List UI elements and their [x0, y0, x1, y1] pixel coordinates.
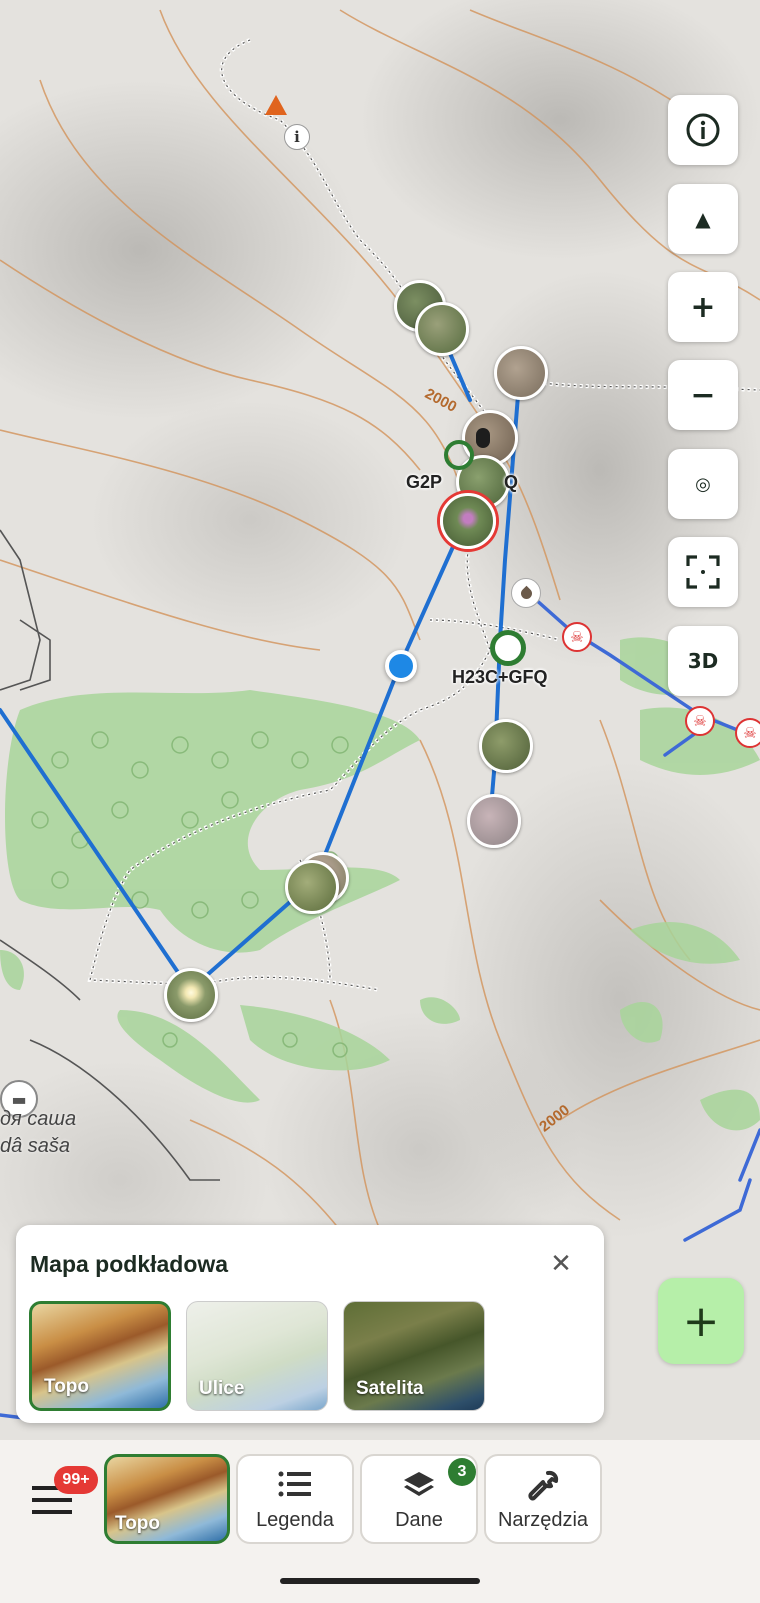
water-drop-icon: [518, 585, 534, 601]
danger-marker[interactable]: ☠: [735, 718, 760, 748]
photo-marker[interactable]: [164, 968, 218, 1022]
menu-button[interactable]: 99+: [20, 1466, 98, 1530]
locate-button[interactable]: ◎: [668, 449, 738, 519]
basemap-button-topo[interactable]: Topo: [104, 1454, 230, 1544]
tools-label: Narzędzia: [497, 1509, 589, 1531]
wrench-icon: [528, 1470, 559, 1501]
basemap-option-streets[interactable]: Ulice: [186, 1301, 328, 1411]
locate-icon: ◎: [695, 473, 711, 495]
info-pin-icon[interactable]: i: [284, 124, 310, 150]
close-icon: ✕: [550, 1249, 572, 1279]
focus-frame-icon: [686, 555, 720, 589]
add-fab-button[interactable]: +: [658, 1278, 744, 1364]
data-button[interactable]: Dane 3: [360, 1454, 478, 1544]
data-label: Dane: [395, 1509, 443, 1531]
layers-icon: [404, 1472, 434, 1496]
basemap-option-label: Ulice: [199, 1378, 245, 1399]
map-view[interactable]: i G2P Q ☠ ☠ ☠ H23C+GFQ 2000 2000 ▬ дя са…: [0, 0, 760, 1440]
photo-marker[interactable]: [494, 346, 548, 400]
current-location-dot: [385, 650, 417, 682]
notification-badge: 99+: [54, 1466, 98, 1494]
info-button[interactable]: [668, 95, 738, 165]
basemap-option-satellite[interactable]: Satelita: [343, 1301, 485, 1411]
basemap-option-label: Topo: [44, 1376, 90, 1397]
photo-marker[interactable]: [415, 302, 469, 356]
tools-button[interactable]: Narzędzia: [484, 1454, 602, 1544]
minus-icon: −: [690, 377, 716, 413]
basemap-option-topo[interactable]: Topo: [29, 1301, 171, 1411]
zoom-in-button[interactable]: +: [668, 272, 738, 342]
3d-button[interactable]: 3D: [668, 626, 738, 696]
waypoint-marker[interactable]: [444, 440, 474, 470]
basemap-option-label: Satelita: [356, 1378, 424, 1399]
legend-label: Legenda: [256, 1509, 334, 1531]
close-button[interactable]: ✕: [546, 1249, 576, 1279]
beetle-icon: [476, 428, 490, 448]
water-drop-marker[interactable]: [511, 578, 541, 608]
list-icon: [278, 1471, 311, 1497]
plus-code-label: G2P: [406, 472, 443, 492]
photo-marker[interactable]: [479, 719, 533, 773]
plus-icon: +: [682, 1295, 720, 1347]
info-icon: [686, 113, 720, 147]
data-count-badge: 3: [448, 1458, 476, 1486]
compass-button[interactable]: ▲: [668, 184, 738, 254]
3d-label: 3D: [687, 649, 719, 673]
plus-code-label: H23C+GFQ: [452, 667, 548, 687]
photo-marker[interactable]: [440, 493, 496, 549]
place-label-cyrillic: дя саша: [0, 1108, 77, 1130]
place-label-latin: dâ saša: [0, 1135, 71, 1157]
basemap-panel: Mapa podkładowa ✕ Topo Ulice Satelita: [16, 1225, 604, 1423]
zoom-out-button[interactable]: −: [668, 360, 738, 430]
photo-marker[interactable]: [285, 860, 339, 914]
waypoint-marker[interactable]: [490, 630, 526, 666]
legend-button[interactable]: Legenda: [236, 1454, 354, 1544]
photo-marker[interactable]: [467, 794, 521, 848]
danger-marker[interactable]: ☠: [562, 622, 592, 652]
north-arrow-icon: ▲: [695, 207, 711, 231]
danger-marker[interactable]: ☠: [685, 706, 715, 736]
panel-title: Mapa podkładowa: [30, 1251, 229, 1277]
plus-code-label-suffix: Q: [504, 472, 519, 492]
plus-icon: +: [690, 289, 716, 325]
basemap-button-label: Topo: [115, 1513, 161, 1534]
home-indicator[interactable]: [280, 1578, 480, 1584]
map-canvas[interactable]: [0, 0, 760, 1440]
peak-icon[interactable]: [265, 95, 287, 115]
fullscreen-button[interactable]: [668, 537, 738, 607]
